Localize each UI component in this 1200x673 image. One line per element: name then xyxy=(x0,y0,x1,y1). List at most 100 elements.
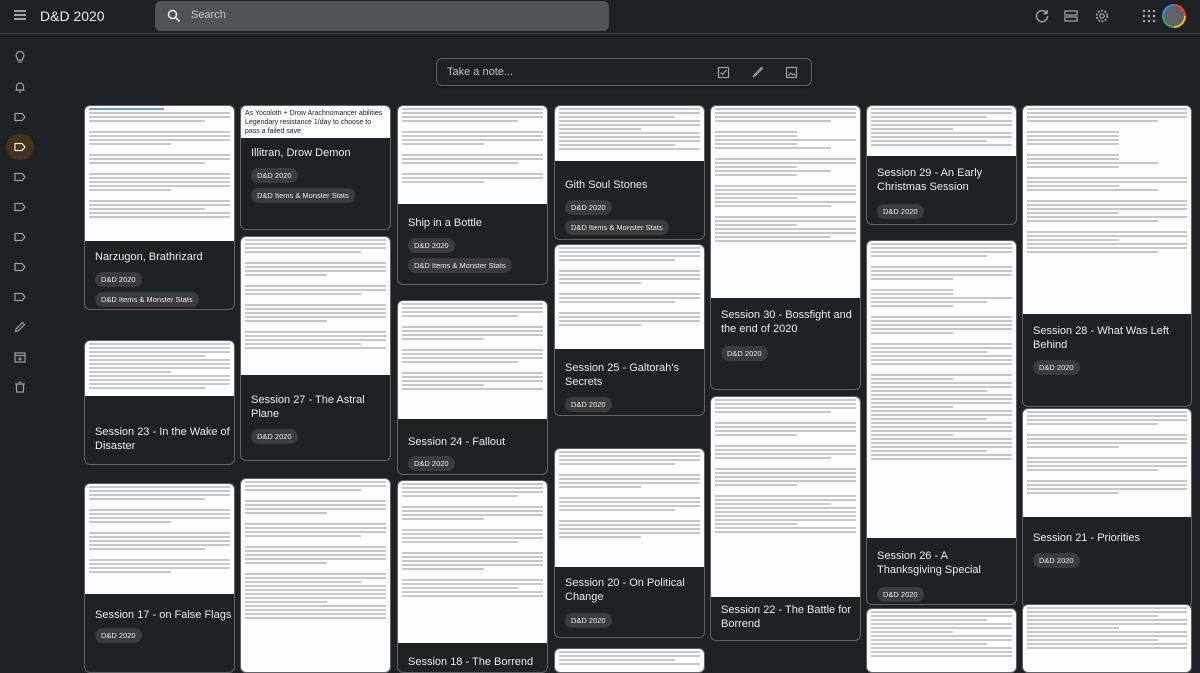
note-card[interactable]: Session 18 - The Borrend xyxy=(397,480,548,673)
note-image xyxy=(555,245,704,349)
note-title: Illitran, Drow Demon xyxy=(251,147,351,159)
label-chip[interactable]: D&D 2020 xyxy=(1033,553,1080,568)
note-title: Session 18 - The Borrend xyxy=(408,656,534,668)
note-card[interactable]: Session 22 - The Battle for Borrend xyxy=(710,396,861,641)
note-image xyxy=(1023,409,1191,517)
sidebar-item-label[interactable] xyxy=(6,224,34,250)
note-title: Session 27 - The Astral Plane xyxy=(251,394,365,420)
lightbulb-icon xyxy=(15,50,25,63)
label-icon xyxy=(14,112,26,122)
note-title: Gith Soul Stones xyxy=(565,179,648,191)
image-icon[interactable] xyxy=(785,66,798,79)
note-image xyxy=(241,237,390,375)
apps-grid-icon[interactable] xyxy=(1141,8,1157,24)
note-image xyxy=(241,479,390,672)
label-icon xyxy=(14,292,26,302)
label-chip[interactable]: D&D 2020 xyxy=(565,613,612,628)
app-title: D&D 2020 xyxy=(40,8,105,24)
label-chip[interactable]: D&D 2020 xyxy=(95,272,142,287)
sidebar-item-label[interactable] xyxy=(6,164,34,190)
note-card[interactable]: Session 27 - The Astral Plane D&D 2020 xyxy=(240,236,391,461)
note-card[interactable]: Session 17 - on False Flags D&D 2020 xyxy=(84,483,235,673)
label-chip[interactable]: D&D 2020 xyxy=(408,238,455,253)
note-card[interactable]: Session 24 - Fallout D&D 2020 xyxy=(397,300,548,475)
search-bar[interactable]: Search xyxy=(155,1,609,31)
note-card[interactable]: Session 28 - What Was Left Behind D&D 20… xyxy=(1022,105,1192,407)
trash-icon xyxy=(15,381,25,393)
sidebar-item-label[interactable] xyxy=(6,284,34,310)
note-image xyxy=(867,609,1016,672)
note-card[interactable]: Session 25 - Galtorah's Secrets D&D 2020 xyxy=(554,244,705,416)
take-note-bar[interactable]: Take a note... xyxy=(436,58,812,86)
sidebar-item-edit-labels[interactable] xyxy=(6,314,34,340)
sidebar-item-label[interactable] xyxy=(6,104,34,130)
note-image xyxy=(711,397,860,597)
note-image xyxy=(555,106,704,161)
note-card[interactable]: Session 30 - Bossfight and the end of 20… xyxy=(710,105,861,390)
note-title: Narzugon, Brathrizard xyxy=(95,251,203,263)
note-card[interactable]: Session 21 - Priorities D&D 2020 xyxy=(1022,408,1192,608)
checkbox-list-icon[interactable] xyxy=(717,66,730,79)
note-card[interactable] xyxy=(554,648,705,673)
note-title: Session 24 - Fallout xyxy=(408,436,506,448)
avatar[interactable] xyxy=(1162,4,1186,28)
label-chip[interactable]: D&D 2020 xyxy=(251,168,298,183)
note-image xyxy=(867,241,1016,538)
note-title: Session 29 - An Early Christmas Session xyxy=(877,167,983,193)
note-card[interactable] xyxy=(1022,604,1192,673)
note-card[interactable]: Gith Soul Stones D&D 2020 D&D Items & Mo… xyxy=(554,105,705,240)
label-icon xyxy=(14,172,26,182)
note-image xyxy=(85,484,234,594)
list-view-icon[interactable] xyxy=(1063,8,1079,24)
note-title: Session 26 - A Thanksgiving Special xyxy=(877,550,981,576)
note-image xyxy=(85,106,234,241)
note-card[interactable]: Session 29 - An Early Christmas Session … xyxy=(866,105,1017,225)
label-chip[interactable]: D&D Items & Monster Stats xyxy=(95,292,199,307)
note-card[interactable]: Session 23 - In the Wake of Disaster xyxy=(84,340,235,465)
note-image xyxy=(555,449,704,567)
label-chip[interactable]: D&D 2020 xyxy=(877,587,924,602)
note-image xyxy=(867,106,1016,156)
note-card[interactable]: Narzugon, Brathrizard D&D 2020 D&D Items… xyxy=(84,105,235,310)
search-input[interactable]: Search xyxy=(191,9,226,21)
note-header-line: Legendary resistance 1/day to choose to … xyxy=(245,119,372,135)
archive-icon xyxy=(14,352,26,363)
label-chip[interactable]: D&D 2020 xyxy=(877,204,924,219)
brush-icon[interactable] xyxy=(751,66,764,79)
search-icon[interactable] xyxy=(167,9,181,23)
label-chip[interactable]: D&D 2020 xyxy=(408,456,455,471)
label-chip[interactable]: D&D 2020 xyxy=(565,200,612,215)
pencil-icon xyxy=(14,321,26,333)
sidebar-item-label-active[interactable] xyxy=(6,134,34,160)
note-card[interactable] xyxy=(240,478,391,673)
sidebar-item-archive[interactable] xyxy=(6,344,34,370)
sidebar-item-label[interactable] xyxy=(6,194,34,220)
note-title: Session 25 - Galtorah's Secrets xyxy=(565,362,679,388)
note-card[interactable]: Session 20 - On Political Change D&D 202… xyxy=(554,448,705,638)
sidebar-item-trash[interactable] xyxy=(6,374,34,400)
label-chip[interactable]: D&D 2020 xyxy=(721,346,768,361)
label-chip[interactable]: D&D Items & Monster Stats xyxy=(251,188,355,203)
note-header-line: As Yocoloth + Drow Arachnomancer abiliti… xyxy=(245,110,383,117)
sidebar-item-notes[interactable] xyxy=(6,44,34,70)
label-chip[interactable]: D&D 2020 xyxy=(251,429,298,444)
note-title: Session 21 - Priorities xyxy=(1033,532,1140,544)
note-card[interactable]: Ship in a Bottle D&D 2020 D&D Items & Mo… xyxy=(397,105,548,285)
label-icon xyxy=(14,262,26,272)
settings-gear-icon[interactable] xyxy=(1094,8,1110,24)
label-chip[interactable]: D&D Items & Monster Stats xyxy=(408,258,512,273)
label-chip[interactable]: D&D 2020 xyxy=(565,397,612,412)
label-chip[interactable]: D&D 2020 xyxy=(1033,360,1080,375)
refresh-icon[interactable] xyxy=(1034,8,1050,24)
note-card[interactable]: Session 26 - A Thanksgiving Special D&D … xyxy=(866,240,1017,605)
label-chip[interactable]: D&D 2020 xyxy=(95,628,142,643)
take-note-input[interactable]: Take a note... xyxy=(447,66,513,78)
note-image xyxy=(711,106,860,298)
note-card[interactable]: As Yocoloth + Drow Arachnomancer abiliti… xyxy=(240,105,391,230)
note-title: Session 20 - On Political Change xyxy=(565,577,685,603)
sidebar-item-reminders[interactable] xyxy=(6,74,34,100)
main-menu-icon[interactable] xyxy=(14,10,26,20)
label-chip[interactable]: D&D Items & Monster Stats xyxy=(565,220,669,235)
sidebar-item-label[interactable] xyxy=(6,254,34,280)
note-card[interactable] xyxy=(866,608,1017,673)
